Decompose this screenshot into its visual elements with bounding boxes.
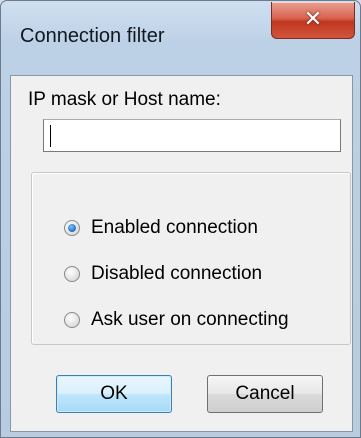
connection-mode-group: Enabled connection Disabled connection A… [31, 172, 351, 345]
radio-unselected-icon[interactable] [64, 266, 80, 282]
dialog-window: Connection filter ✕ IP mask or Host name… [0, 0, 361, 438]
radio-label: Disabled connection [91, 263, 263, 284]
dialog-body: IP mask or Host name: Enabled connection… [10, 75, 353, 432]
radio-enabled-connection[interactable]: Enabled connection [64, 215, 258, 241]
title-bar[interactable]: Connection filter ✕ [1, 1, 360, 75]
radio-label: Ask user on connecting [91, 309, 289, 330]
radio-unselected-icon[interactable] [64, 312, 80, 328]
radio-selected-icon[interactable] [64, 220, 80, 236]
radio-disabled-connection[interactable]: Disabled connection [64, 261, 262, 287]
cancel-button[interactable]: Cancel [207, 375, 323, 413]
close-button[interactable]: ✕ [271, 2, 355, 39]
text-caret [50, 125, 51, 147]
close-icon: ✕ [303, 7, 323, 32]
window-title: Connection filter [20, 25, 165, 47]
ip-mask-input[interactable] [43, 119, 341, 152]
radio-ask-user[interactable]: Ask user on connecting [64, 307, 289, 333]
ok-button[interactable]: OK [56, 375, 172, 413]
radio-label: Enabled connection [91, 217, 258, 238]
ip-mask-label: IP mask or Host name: [28, 89, 221, 110]
